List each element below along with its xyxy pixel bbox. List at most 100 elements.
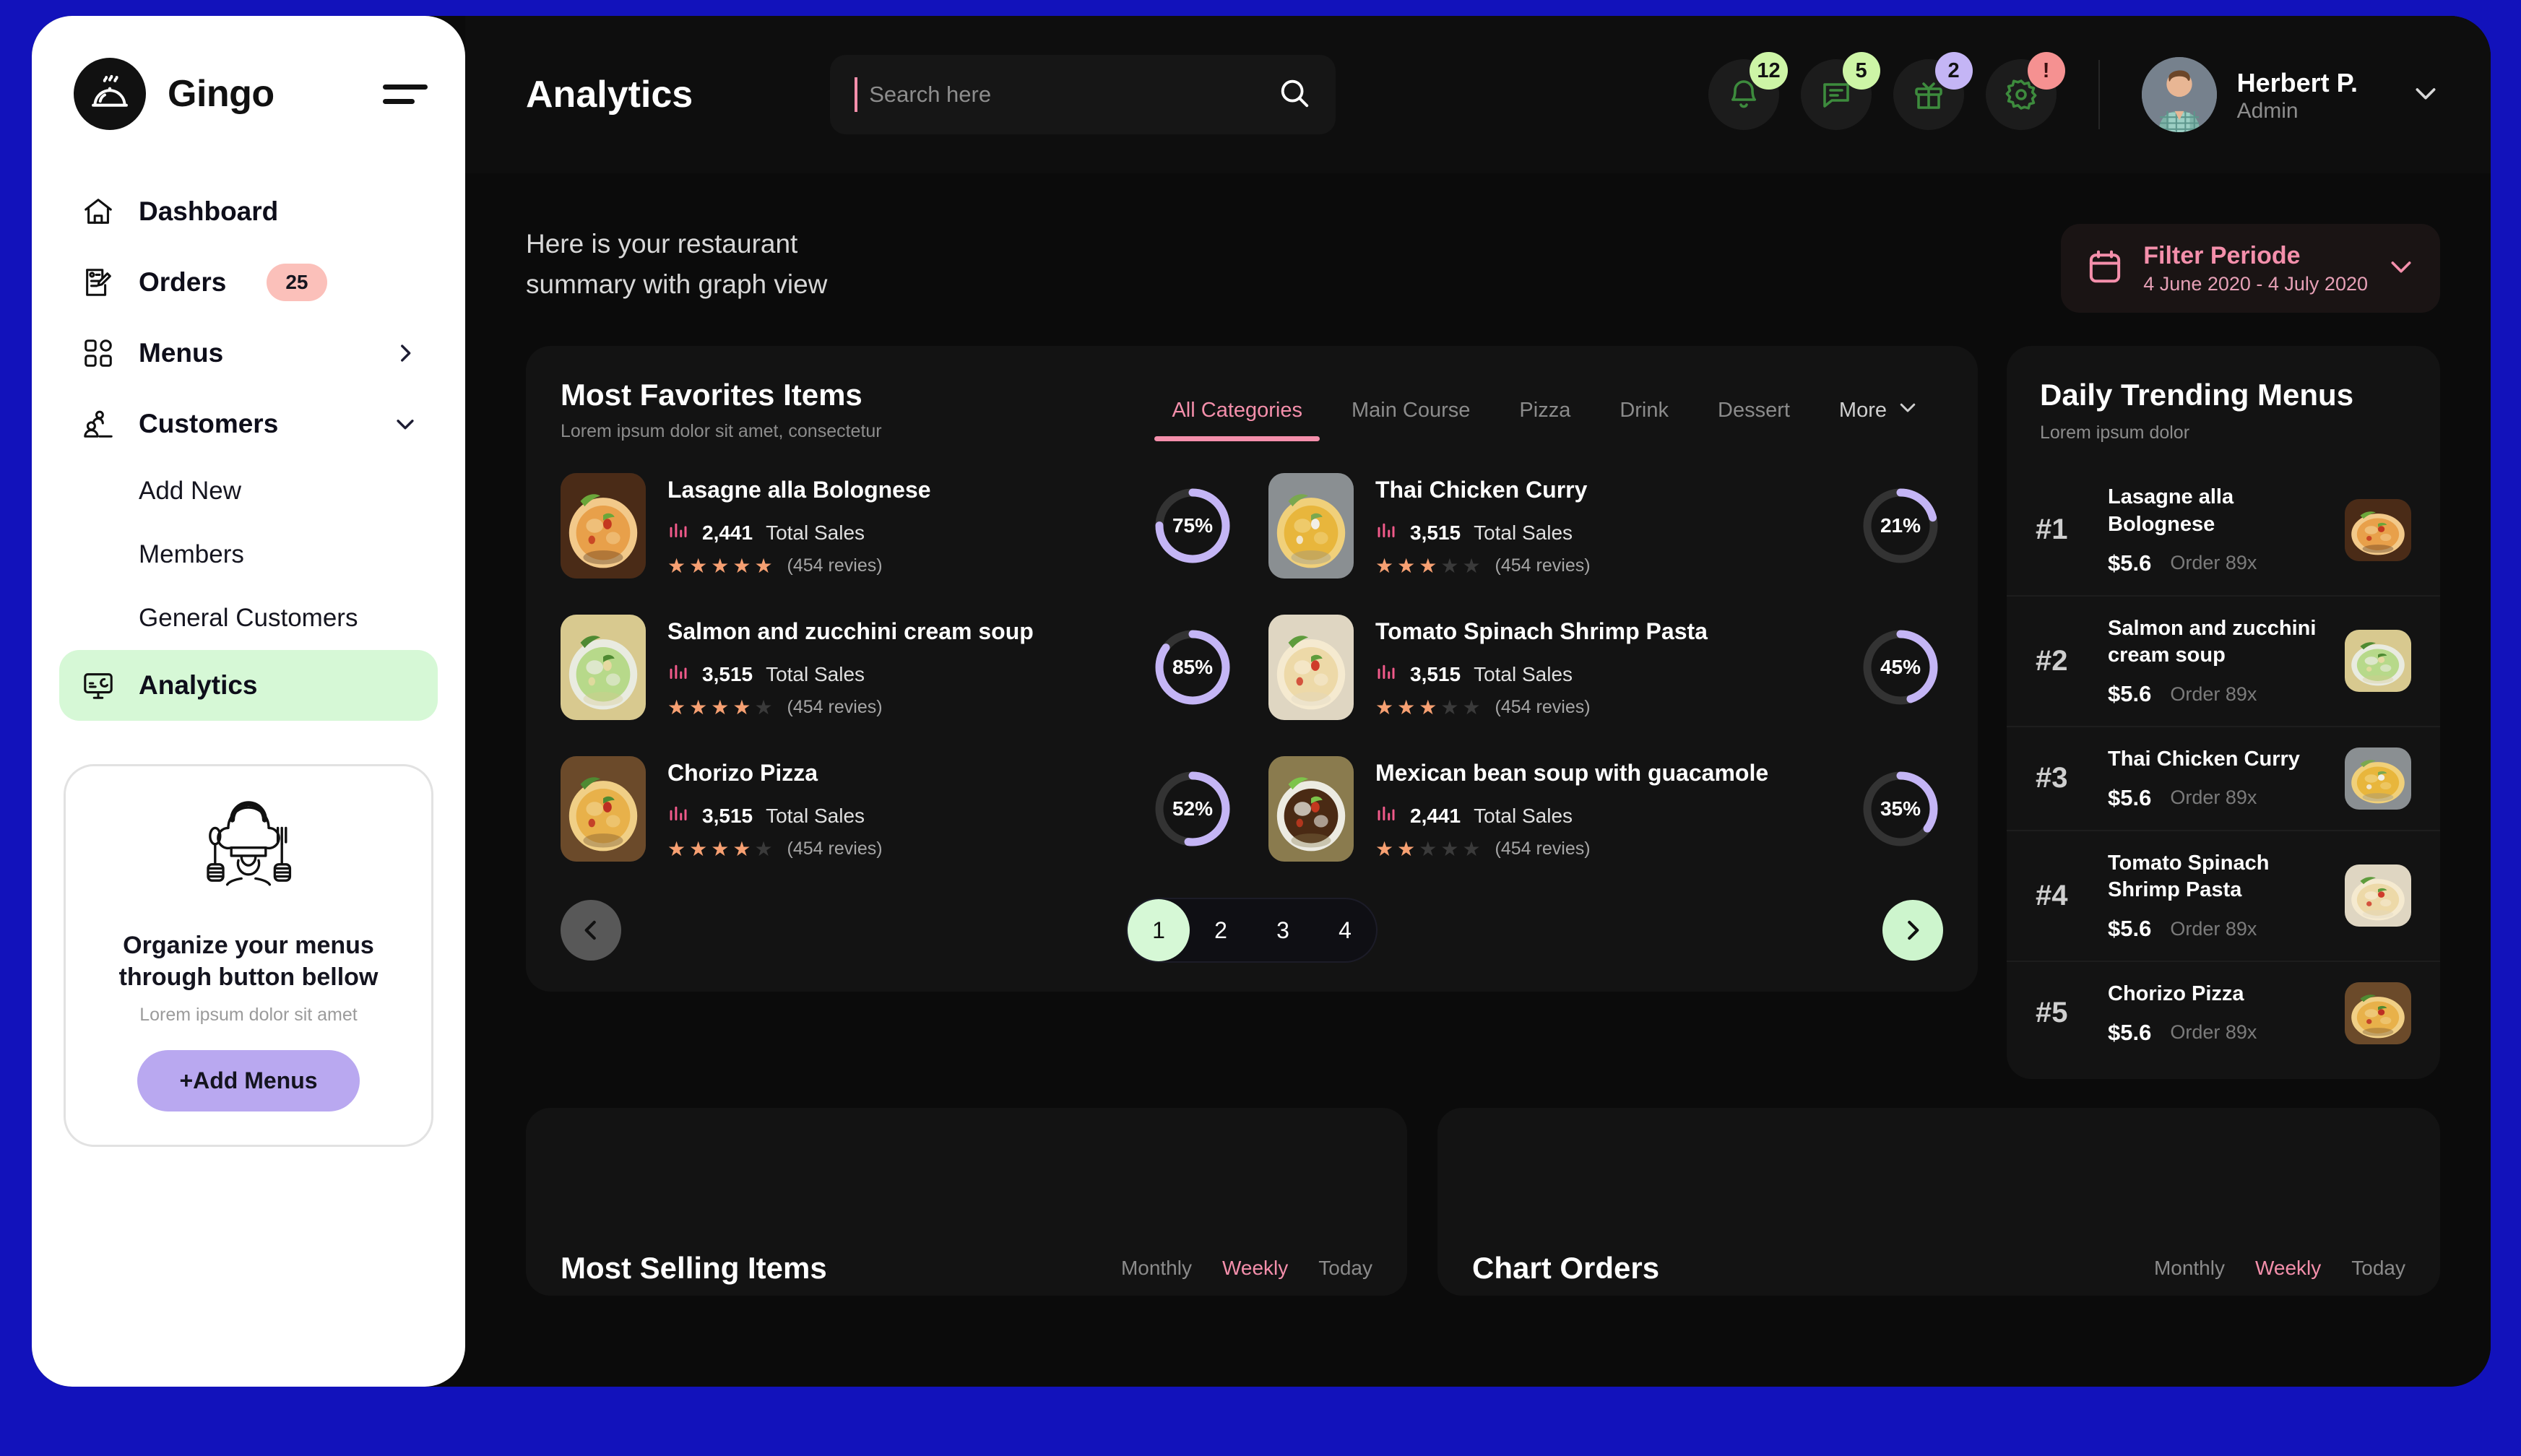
trending-item[interactable]: #3 Thai Chicken Curry $5.6 Order 89x	[2007, 726, 2440, 830]
settings-button[interactable]: !	[1985, 52, 2065, 130]
avatar	[2141, 57, 2217, 132]
trending-item[interactable]: #5 Chorizo Pizza $5.6 Order 89x	[2007, 961, 2440, 1065]
favorite-item[interactable]: Tomato Spinach Shrimp Pasta 3,515 Total …	[1268, 603, 1943, 732]
trending-item[interactable]: #2 Salmon and zucchini cream soup $5.6 O…	[2007, 594, 2440, 726]
summary-text: Here is your restaurant summary with gra…	[526, 224, 827, 304]
pagination-page-4[interactable]: 4	[1314, 899, 1376, 961]
notifications-button[interactable]: 12	[1708, 52, 1788, 130]
sales-label: Total Sales	[766, 804, 865, 827]
food-thumbnail	[2345, 982, 2411, 1044]
bottom-row: Most Selling Items Monthly Weekly Today …	[465, 1079, 2491, 1296]
selling-filter-monthly[interactable]: Monthly	[1121, 1257, 1192, 1280]
pagination: 1234	[561, 898, 1943, 963]
user-menu[interactable]: Herbert P. Admin	[2141, 57, 2440, 132]
summary-line-1: Here is your restaurant	[526, 229, 798, 259]
trending-rank: #1	[2036, 514, 2068, 546]
trending-item[interactable]: #1 Lasagne alla Bolognese $5.6 Order 89x	[2007, 465, 2440, 594]
trending-orders: Order 89x	[2170, 552, 2257, 574]
food-dome-icon	[74, 58, 146, 130]
pagination-page-2[interactable]: 2	[1190, 899, 1252, 961]
add-menus-button[interactable]: +Add Menus	[137, 1050, 360, 1112]
sales-label: Total Sales	[766, 662, 865, 685]
trending-orders: Order 89x	[2170, 1021, 2257, 1044]
star-icon: ★	[667, 696, 686, 719]
promo-subtitle: Lorem ipsum dolor sit amet	[139, 1005, 358, 1026]
star-icon: ★	[1397, 554, 1416, 577]
sidebar-item-members[interactable]: Members	[59, 523, 438, 586]
star-icon: ★	[754, 837, 773, 860]
orders-filter-today[interactable]: Today	[2351, 1257, 2405, 1280]
hamburger-icon[interactable]	[383, 79, 428, 108]
food-name: Chorizo Pizza	[667, 760, 818, 786]
favorite-item[interactable]: Thai Chicken Curry 3,515 Total Sales ★ ★ ★…	[1268, 462, 1943, 590]
favorite-item[interactable]: Mexican bean soup with guacamole 2,441 T…	[1268, 745, 1943, 873]
trending-orders: Order 89x	[2170, 786, 2257, 809]
star-icon: ★	[689, 696, 708, 719]
home-icon	[79, 193, 117, 230]
filter-period-button[interactable]: Filter Periode 4 June 2020 - 4 July 2020	[2061, 224, 2440, 313]
content-grid: Most Favorites Items Lorem ipsum dolor s…	[465, 313, 2491, 1079]
star-rating: ★ ★ ★ ★ ★	[1375, 697, 1481, 718]
chevron-right-icon	[393, 341, 418, 365]
sidebar-item-dashboard[interactable]: Dashboard	[59, 176, 438, 247]
sidebar-item-general-customers[interactable]: General Customers	[59, 586, 438, 650]
selling-filter-weekly[interactable]: Weekly	[1222, 1257, 1288, 1280]
search-input[interactable]: Search here	[830, 55, 1336, 134]
pagination-next-button[interactable]	[1882, 900, 1943, 961]
tab-main-course[interactable]: Main Course	[1327, 390, 1495, 441]
tab-more[interactable]: More	[1815, 388, 1943, 443]
main-content: Analytics Search here 12 5 2 ! Herbert P…	[465, 16, 2491, 1387]
food-thumbnail	[2345, 864, 2411, 927]
sidebar-item-menus[interactable]: Menus	[59, 318, 438, 389]
promo-card: Organize your menus through button bello…	[64, 764, 433, 1148]
sidebar-subitem-label: Add New	[139, 477, 242, 505]
tab-all-categories[interactable]: All Categories	[1147, 390, 1327, 441]
sales-count: 2,441	[1410, 804, 1461, 827]
category-tabs: All Categories Main Course Pizza Drink D…	[1147, 378, 1943, 443]
search-icon[interactable]	[1278, 77, 1311, 113]
star-rating: ★ ★ ★ ★ ★	[1375, 554, 1481, 577]
tab-pizza[interactable]: Pizza	[1495, 390, 1595, 441]
selling-filter-today[interactable]: Today	[1318, 1257, 1372, 1280]
reviews-count: (454 revies)	[787, 555, 883, 576]
gifts-button[interactable]: 2	[1893, 52, 1973, 130]
trending-item[interactable]: #4 Tomato Spinach Shrimp Pasta $5.6 Orde…	[2007, 829, 2440, 961]
pagination-page-1[interactable]: 1	[1128, 899, 1190, 962]
messages-button[interactable]: 5	[1800, 52, 1880, 130]
bar-chart-icon	[667, 662, 689, 687]
star-icon: ★	[754, 696, 773, 719]
star-icon: ★	[667, 837, 686, 860]
sidebar-item-add-new[interactable]: Add New	[59, 459, 438, 523]
pagination-prev-button[interactable]	[561, 900, 621, 961]
tab-dessert[interactable]: Dessert	[1693, 390, 1815, 441]
search-caret	[855, 77, 858, 112]
rating-row: ★ ★ ★ ★ ★ (454 revies)	[667, 697, 1128, 718]
sidebar-item-orders[interactable]: Orders 25	[59, 247, 438, 318]
trending-list: #1 Lasagne alla Bolognese $5.6 Order 89x…	[2007, 465, 2440, 1065]
sidebar-item-label: Orders	[139, 267, 227, 297]
chevron-down-icon[interactable]	[2387, 252, 2416, 285]
favorite-item[interactable]: Salmon and zucchini cream soup 3,515 Tot…	[561, 603, 1235, 732]
favorite-item[interactable]: Lasagne alla Bolognese 2,441 Total Sales…	[561, 462, 1235, 590]
sales-row: 2,441 Total Sales	[667, 520, 1128, 545]
star-rating: ★ ★ ★ ★ ★	[667, 555, 773, 576]
rating-row: ★ ★ ★ ★ ★ (454 revies)	[667, 838, 1128, 859]
sidebar-item-analytics[interactable]: Analytics	[59, 650, 438, 721]
chevron-down-icon[interactable]	[2411, 79, 2440, 111]
trending-orders: Order 89x	[2170, 682, 2257, 705]
orders-filter-weekly[interactable]: Weekly	[2255, 1257, 2321, 1280]
rating-row: ★ ★ ★ ★ ★ (454 revies)	[1375, 697, 1836, 718]
sidebar-item-label: Customers	[139, 409, 279, 438]
sidebar-item-customers[interactable]: Customers	[59, 389, 438, 459]
percentage-donut: 21%	[1858, 483, 1943, 568]
star-icon: ★	[1462, 837, 1481, 860]
sales-count: 3,515	[702, 662, 753, 685]
tab-drink[interactable]: Drink	[1595, 390, 1693, 441]
orders-badge: 25	[267, 264, 327, 301]
pagination-page-3[interactable]: 3	[1252, 899, 1314, 961]
favorite-item[interactable]: Chorizo Pizza 3,515 Total Sales ★ ★ ★ ★ ★ (4…	[561, 745, 1235, 873]
page-title: Analytics	[526, 74, 693, 116]
orders-filter-monthly[interactable]: Monthly	[2154, 1257, 2225, 1280]
bar-chart-icon	[1375, 662, 1397, 687]
sales-row: 3,515 Total Sales	[1375, 520, 1836, 545]
